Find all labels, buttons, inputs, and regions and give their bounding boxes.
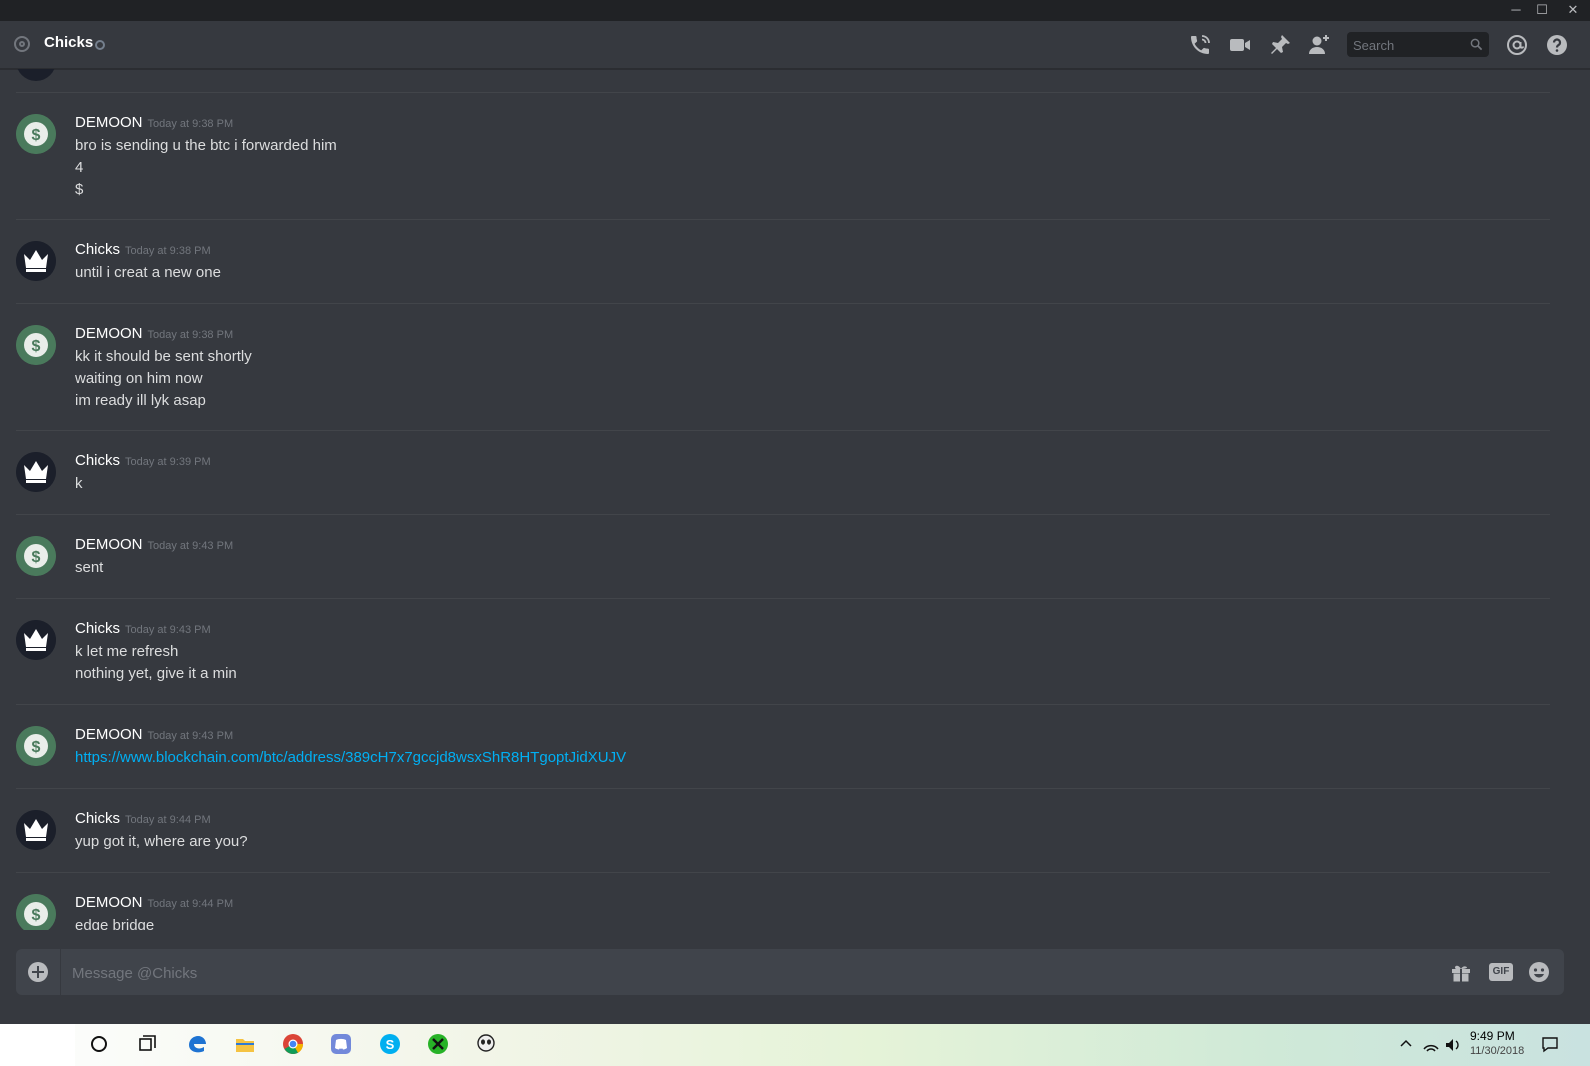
- message-author[interactable]: DEMOON Today at 9:38 PM: [75, 114, 233, 131]
- message-timestamp: Today at 9:44 PM: [147, 898, 234, 910]
- help-icon[interactable]: [1545, 33, 1569, 57]
- crown-avatar[interactable]: [16, 452, 56, 492]
- windows-taskbar: S 9:49 PM 11/30/2018: [0, 1024, 1590, 1066]
- upload-plus-icon[interactable]: [28, 962, 48, 982]
- message-author[interactable]: Chicks Today at 9:43 PM: [75, 620, 211, 637]
- message-group: $ DEMOON Today at 9:38 PM kk it should be…: [16, 303, 1550, 430]
- gif-button[interactable]: GIF: [1489, 963, 1513, 981]
- message-text: 4: [75, 159, 84, 176]
- message-author[interactable]: DEMOON Today at 9:43 PM: [75, 536, 233, 553]
- message-group: Chicks Today at 9:43 PM k let me refresh …: [16, 598, 1550, 704]
- channel-title: Chicks: [44, 34, 94, 51]
- message-text: bro is sending u the btc i forwarded him: [75, 137, 337, 154]
- search-box[interactable]: [1347, 32, 1489, 59]
- phone-call-icon[interactable]: [1188, 33, 1212, 57]
- emoji-icon[interactable]: [1527, 960, 1551, 984]
- message-text: kk it should be sent shortly: [75, 348, 252, 365]
- message-text: waiting on him now: [75, 370, 203, 387]
- window-titlebar: ─ ☐ ✕: [0, 0, 1590, 21]
- message-author[interactable]: DEMOON Today at 9:43 PM: [75, 726, 233, 743]
- svg-text:$: $: [32, 907, 41, 924]
- skype-icon[interactable]: S: [379, 1033, 401, 1055]
- message-group: $ DEMOON Today at 9:44 PM edge bridge: [16, 872, 1550, 930]
- message-group: $ DEMOON Today at 9:38 PM bro is sending …: [16, 92, 1550, 219]
- alien-app-icon[interactable]: [475, 1033, 497, 1055]
- message-timestamp: Today at 9:44 PM: [125, 814, 211, 826]
- message-group: Chicks Today at 9:44 PM yup got it, where…: [16, 788, 1550, 872]
- message-text: k: [75, 475, 83, 492]
- message-text: edge bridge: [75, 917, 155, 930]
- chevron-up-icon[interactable]: [1398, 1033, 1414, 1055]
- message-author[interactable]: Chicks Today at 9:38 PM: [75, 241, 211, 258]
- message-author[interactable]: DEMOON Today at 9:38 PM: [75, 325, 233, 342]
- message-list[interactable]: $ DEMOON Today at 9:38 PM bro is sending …: [0, 69, 1568, 930]
- channel-header: Chicks: [0, 21, 1590, 69]
- message-link[interactable]: https://www.blockchain.com/btc/address/3…: [75, 749, 626, 766]
- xbox-icon[interactable]: [427, 1033, 449, 1055]
- message-group: Chicks Today at 9:38 PM until i creat a n…: [16, 219, 1550, 303]
- crown-avatar[interactable]: [16, 810, 56, 850]
- message-text: yup got it, where are you?: [75, 833, 248, 850]
- offline-status-icon: [95, 40, 105, 50]
- svg-text:$: $: [32, 127, 41, 144]
- clock-time[interactable]: 9:49 PM: [1470, 1029, 1515, 1043]
- edge-icon[interactable]: [186, 1033, 208, 1055]
- chrome-icon[interactable]: [282, 1033, 304, 1055]
- action-center-icon[interactable]: [1540, 1033, 1560, 1055]
- wifi-icon[interactable]: [1422, 1033, 1440, 1055]
- message-group: $ DEMOON Today at 9:43 PM sent: [16, 514, 1550, 598]
- close-button[interactable]: ✕: [1556, 0, 1590, 21]
- crown-avatar[interactable]: [16, 241, 56, 281]
- message-text: sent: [75, 559, 104, 576]
- message-input[interactable]: [70, 949, 1434, 997]
- minimize-button[interactable]: ─: [1502, 0, 1530, 21]
- message-timestamp: Today at 9:38 PM: [125, 245, 211, 257]
- search-icon: [1470, 38, 1483, 51]
- clock-date[interactable]: 11/30/2018: [1470, 1045, 1524, 1057]
- cortana-search-icon[interactable]: [88, 1033, 110, 1055]
- svg-text:$: $: [32, 739, 41, 756]
- svg-text:$: $: [32, 338, 41, 355]
- direct-message-at-icon: [14, 36, 30, 52]
- message-author[interactable]: Chicks Today at 9:44 PM: [75, 810, 211, 827]
- message-text: until i creat a new one: [75, 264, 221, 281]
- message-group: Chicks Today at 9:39 PM k: [16, 430, 1550, 514]
- message-timestamp: Today at 9:43 PM: [147, 730, 234, 742]
- dollar-avatar[interactable]: $: [16, 325, 56, 365]
- mention-icon[interactable]: [1505, 33, 1529, 57]
- svg-text:S: S: [386, 1037, 395, 1052]
- svg-text:$: $: [32, 549, 41, 566]
- maximize-button[interactable]: ☐: [1528, 0, 1556, 21]
- dollar-avatar[interactable]: $: [16, 114, 56, 154]
- composer-divider: [60, 949, 61, 995]
- pin-icon[interactable]: [1268, 33, 1292, 57]
- gift-icon[interactable]: [1449, 960, 1473, 984]
- file-explorer-icon[interactable]: [234, 1033, 256, 1055]
- add-friend-icon[interactable]: [1307, 33, 1331, 57]
- message-text: k let me refresh: [75, 643, 179, 660]
- dollar-avatar[interactable]: $: [16, 894, 56, 930]
- volume-icon[interactable]: [1444, 1033, 1462, 1055]
- message-author[interactable]: Chicks Today at 9:39 PM: [75, 452, 211, 469]
- message-text: $: [75, 181, 84, 198]
- message-timestamp: Today at 9:39 PM: [125, 456, 211, 468]
- message-timestamp: Today at 9:38 PM: [147, 118, 234, 130]
- avatar[interactable]: [16, 69, 56, 81]
- start-area[interactable]: [0, 1024, 75, 1066]
- message-timestamp: Today at 9:43 PM: [125, 624, 211, 636]
- message-group: $ DEMOON Today at 9:43 PM https://www.blo…: [16, 704, 1550, 788]
- crown-avatar[interactable]: [16, 620, 56, 660]
- search-input[interactable]: [1347, 32, 1470, 59]
- message-timestamp: Today at 9:43 PM: [147, 540, 234, 552]
- message-composer: GIF: [16, 949, 1564, 997]
- video-icon[interactable]: [1228, 33, 1252, 57]
- discord-icon[interactable]: [330, 1033, 352, 1055]
- message-timestamp: Today at 9:38 PM: [147, 329, 234, 341]
- task-view-icon[interactable]: [136, 1033, 158, 1055]
- message-text: im ready ill lyk asap: [75, 392, 206, 409]
- dollar-avatar[interactable]: $: [16, 726, 56, 766]
- message-text: nothing yet, give it a min: [75, 665, 237, 682]
- message-author[interactable]: DEMOON Today at 9:44 PM: [75, 894, 233, 911]
- dollar-avatar[interactable]: $: [16, 536, 56, 576]
